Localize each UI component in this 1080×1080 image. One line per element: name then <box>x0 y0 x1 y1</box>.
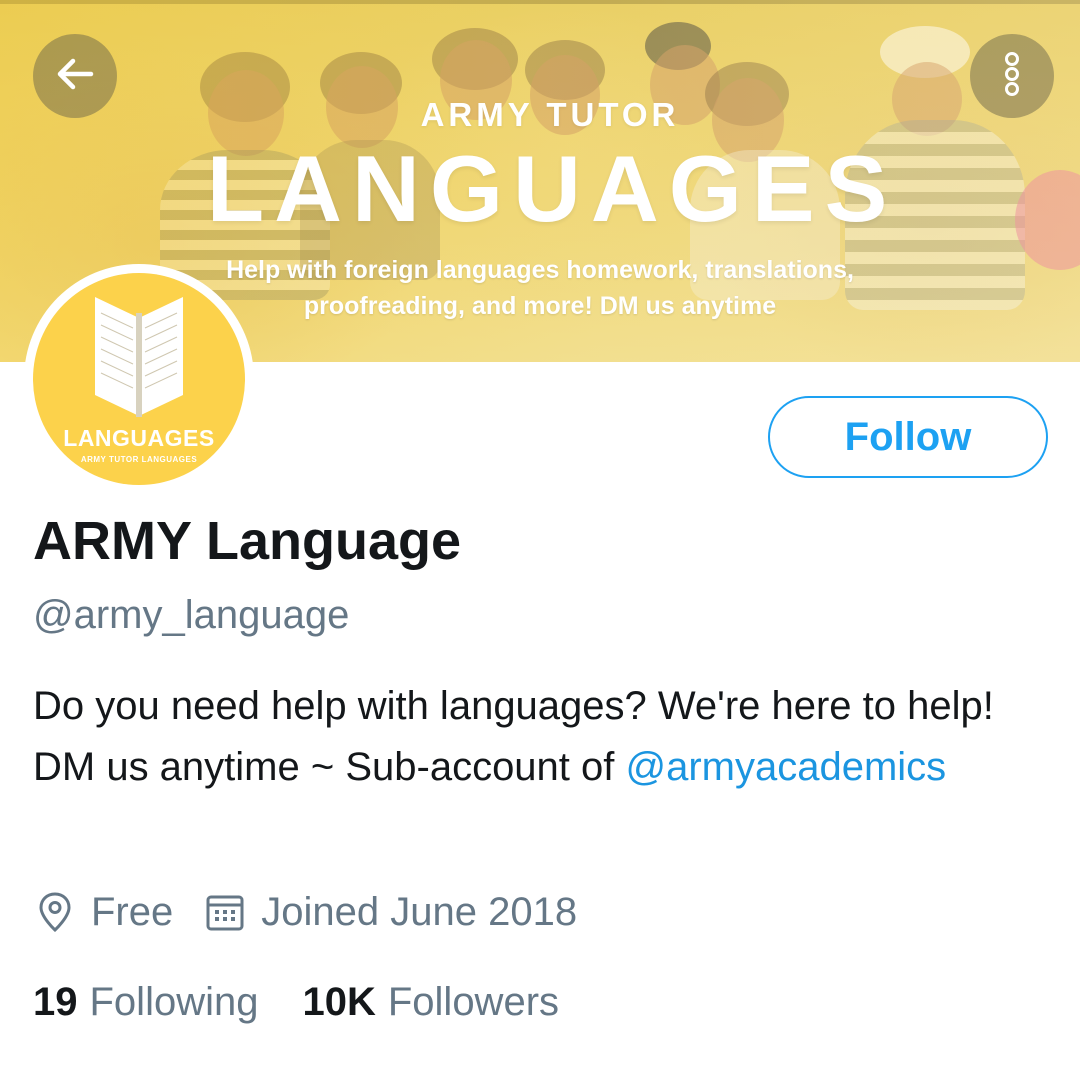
profile-meta: Free Joined June 2018 <box>33 888 577 936</box>
more-vertical-icon <box>997 47 1027 106</box>
banner-title: LANGUAGES <box>206 136 898 241</box>
bio-mention-link[interactable]: @armyacademics <box>626 745 947 789</box>
following-stat[interactable]: 19 Following <box>33 980 258 1025</box>
profile-bio: Do you need help with languages? We're h… <box>33 676 1033 798</box>
following-count: 19 <box>33 980 78 1024</box>
avatar-logo-icon <box>95 297 183 417</box>
followers-stat[interactable]: 10K Followers <box>302 980 559 1025</box>
avatar-image: LANGUAGES ARMY TUTOR LANGUAGES <box>33 273 245 485</box>
location-text: Free <box>91 889 174 934</box>
more-options-button[interactable] <box>970 34 1054 118</box>
back-button[interactable] <box>33 34 117 118</box>
followers-label: Followers <box>387 980 560 1024</box>
location-pin-icon <box>33 888 77 936</box>
profile-stats: 19 Following 10K Followers <box>33 980 559 1025</box>
banner-kicker: ARMY TUTOR <box>420 96 680 133</box>
joined-date: Joined June 2018 <box>261 889 578 934</box>
avatar-label: LANGUAGES <box>63 425 215 451</box>
followers-count: 10K <box>302 980 376 1024</box>
display-name: ARMY Language <box>33 511 462 571</box>
arrow-left-icon <box>53 52 97 101</box>
calendar-icon <box>203 888 247 936</box>
user-handle: @army_language <box>33 593 350 637</box>
profile-avatar[interactable]: LANGUAGES ARMY TUTOR LANGUAGES <box>24 264 254 494</box>
follow-button[interactable]: Follow <box>768 396 1048 478</box>
following-label: Following <box>89 980 259 1024</box>
avatar-sublabel: ARMY TUTOR LANGUAGES <box>80 455 198 464</box>
